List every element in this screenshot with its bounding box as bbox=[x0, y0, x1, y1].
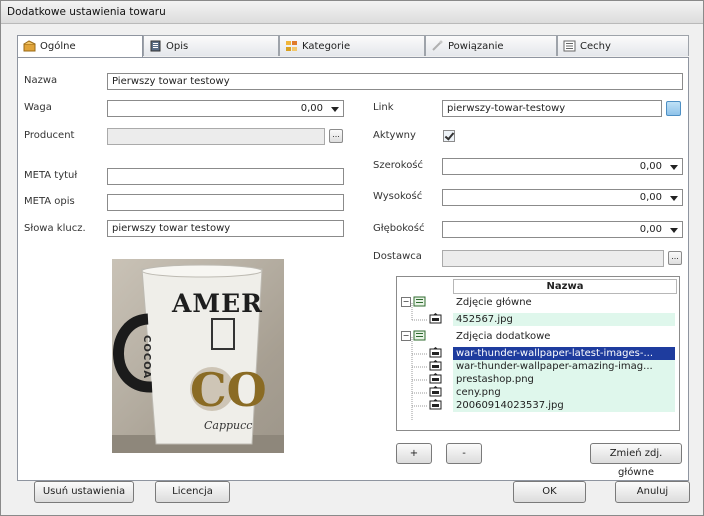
meta-tytul-label: META tytuł bbox=[24, 170, 78, 181]
image-file-icon bbox=[429, 360, 442, 371]
collapse-toggle-additional[interactable]: − bbox=[401, 331, 411, 341]
tab-cechy[interactable]: Cechy bbox=[557, 35, 689, 56]
images-tree-grid[interactable]: Nazwa − Zdjęcie główne 452567.jpg − Zdję… bbox=[396, 276, 680, 431]
producent-label: Producent bbox=[24, 130, 75, 141]
chevron-down-icon[interactable] bbox=[666, 160, 681, 173]
cancel-button[interactable]: Anuluj bbox=[615, 481, 690, 503]
slowa-kluczowe-label: Słowa klucz. bbox=[24, 223, 86, 234]
chevron-down-icon[interactable] bbox=[666, 223, 681, 236]
meta-opis-label: META opis bbox=[24, 196, 75, 207]
dialog-window: Dodatkowe ustawienia towaru Ogólne Opis … bbox=[0, 0, 704, 516]
set-main-image-button[interactable]: Zmień zdj. główne bbox=[590, 443, 682, 478]
tab-powiazanie[interactable]: Powiązanie bbox=[425, 35, 557, 56]
chevron-down-icon[interactable] bbox=[327, 102, 342, 115]
mug-text-top: AMER bbox=[172, 289, 263, 318]
nazwa-label: Nazwa bbox=[24, 75, 58, 86]
glebokosc-value: 0,00 bbox=[639, 224, 662, 235]
features-icon bbox=[563, 40, 576, 52]
tree-item-image[interactable]: 452567.jpg bbox=[453, 313, 675, 326]
mug-text-bottom: Cappucc bbox=[204, 419, 253, 432]
tree-item-image[interactable]: prestashop.png bbox=[453, 373, 675, 386]
dostawca-input[interactable] bbox=[442, 250, 664, 267]
license-button[interactable]: Licencja bbox=[155, 481, 230, 503]
tree-item-image-selected[interactable]: war-thunder-wallpaper-latest-images-... bbox=[453, 347, 675, 360]
link-label: Link bbox=[373, 102, 394, 113]
tab-panel-ogolne: Nazwa Pierwszy towar testowy Waga 0,00 P… bbox=[17, 57, 689, 481]
dostawca-browse-button[interactable]: ... bbox=[668, 251, 682, 265]
dostawca-label: Dostawca bbox=[373, 251, 422, 262]
tree-item-image[interactable]: ceny.png bbox=[453, 386, 675, 399]
slowa-kluczowe-input[interactable]: pierwszy towar testowy bbox=[107, 220, 344, 237]
product-image-area: AMER COCOA CO Cappucc bbox=[24, 245, 364, 469]
link-icon bbox=[432, 40, 443, 51]
tree-item-image[interactable]: 20060914023537.jpg bbox=[453, 399, 675, 412]
ok-button[interactable]: OK bbox=[513, 481, 586, 503]
glebokosc-label: Głębokość bbox=[373, 223, 425, 234]
mug-text-side: COCOA bbox=[141, 335, 152, 380]
meta-tytul-input[interactable] bbox=[107, 168, 344, 185]
grid-header-nazwa[interactable]: Nazwa bbox=[453, 279, 677, 294]
nazwa-input[interactable]: Pierwszy towar testowy bbox=[107, 73, 683, 90]
wysokosc-value: 0,00 bbox=[639, 192, 662, 203]
image-group-icon bbox=[413, 296, 426, 307]
tree-group-additional[interactable]: Zdjęcia dodatkowe bbox=[453, 330, 675, 343]
glebokosc-select[interactable]: 0,00 bbox=[442, 221, 683, 238]
szerokosc-label: Szerokość bbox=[373, 160, 424, 171]
document-icon bbox=[150, 40, 161, 52]
tab-kategorie[interactable]: Kategorie bbox=[279, 35, 425, 56]
link-input[interactable]: pierwszy-towar-testowy bbox=[442, 100, 662, 117]
tree-item-image[interactable]: war-thunder-wallpaper-amazing-imag... bbox=[453, 360, 675, 373]
waga-label: Waga bbox=[24, 102, 52, 113]
link-edit-button[interactable] bbox=[666, 101, 681, 116]
waga-select[interactable]: 0,00 bbox=[107, 100, 344, 117]
image-file-icon bbox=[429, 373, 442, 384]
remove-image-button[interactable]: - bbox=[446, 443, 482, 464]
szerokosc-value: 0,00 bbox=[639, 161, 662, 172]
szerokosc-select[interactable]: 0,00 bbox=[442, 158, 683, 175]
aktywny-checkbox[interactable] bbox=[443, 130, 455, 142]
wysokosc-label: Wysokość bbox=[373, 191, 423, 202]
producent-input[interactable] bbox=[107, 128, 325, 145]
tab-opis[interactable]: Opis bbox=[143, 35, 279, 56]
add-image-button[interactable]: + bbox=[396, 443, 432, 464]
image-file-icon bbox=[429, 313, 442, 324]
category-icon bbox=[286, 41, 297, 51]
box-icon bbox=[23, 40, 36, 52]
window-title: Dodatkowe ustawienia towaru bbox=[7, 6, 166, 18]
tab-ogolne[interactable]: Ogólne bbox=[17, 35, 143, 58]
collapse-toggle-main[interactable]: − bbox=[401, 297, 411, 307]
waga-value: 0,00 bbox=[300, 103, 323, 114]
producent-browse-button[interactable]: ... bbox=[329, 129, 343, 143]
image-file-icon bbox=[429, 347, 442, 358]
wysokosc-select[interactable]: 0,00 bbox=[442, 189, 683, 206]
tree-group-main[interactable]: Zdjęcie główne bbox=[453, 296, 675, 309]
chevron-down-icon[interactable] bbox=[666, 191, 681, 204]
aktywny-label: Aktywny bbox=[373, 130, 416, 141]
image-group-icon bbox=[413, 330, 426, 341]
title-bar: Dodatkowe ustawienia towaru bbox=[1, 1, 703, 24]
tab-strip: Ogólne Opis Kategorie Powiązanie Cechy bbox=[17, 35, 689, 58]
meta-opis-input[interactable] bbox=[107, 194, 344, 211]
mug-text-big: CO bbox=[190, 363, 267, 417]
image-file-icon bbox=[429, 399, 442, 410]
reset-settings-button[interactable]: Usuń ustawienia bbox=[34, 481, 134, 503]
product-photo: AMER COCOA CO Cappucc bbox=[112, 259, 284, 453]
image-file-icon bbox=[429, 386, 442, 397]
